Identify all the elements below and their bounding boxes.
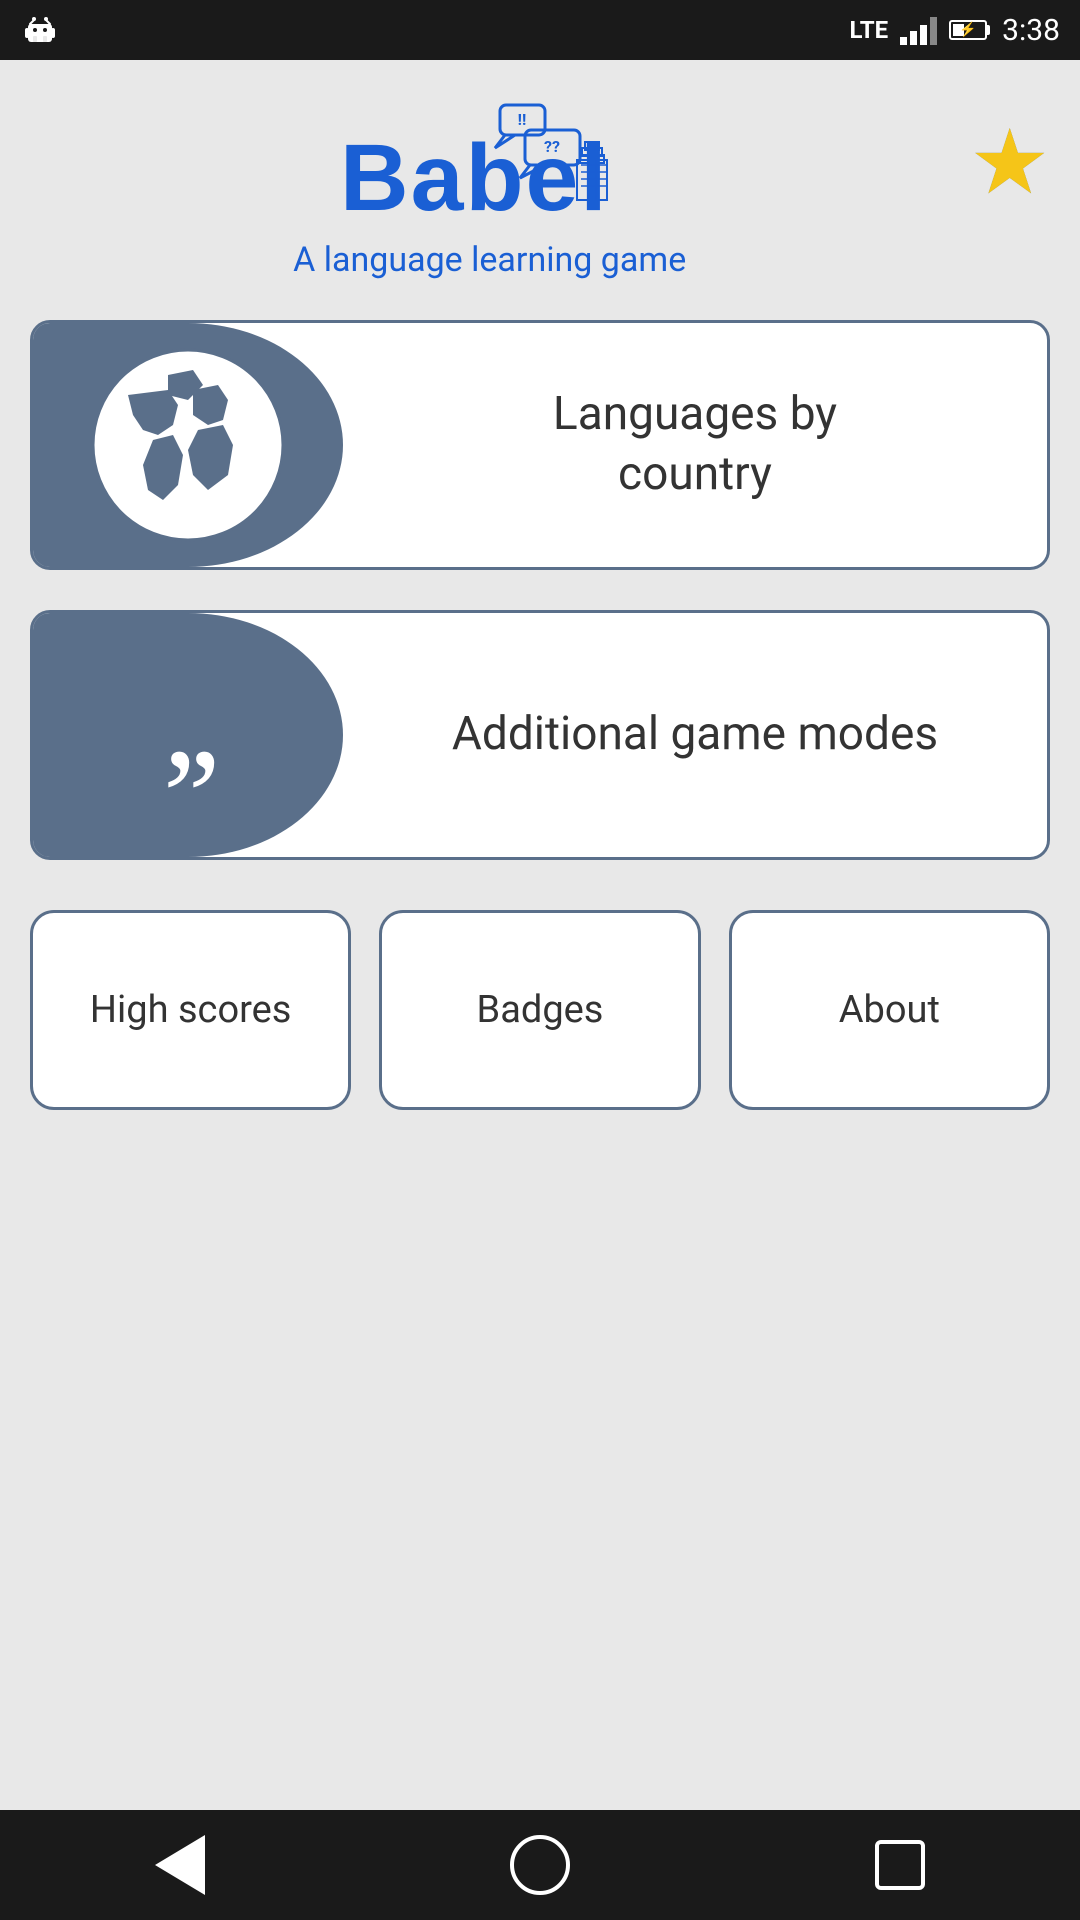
status-bar: LTE ⚡ 3:38 bbox=[0, 0, 1080, 60]
badges-label: Badges bbox=[477, 988, 604, 1032]
back-button[interactable] bbox=[140, 1825, 220, 1905]
header: !! ?? Babel A language learning g bbox=[30, 100, 1050, 280]
home-icon bbox=[510, 1835, 570, 1895]
recents-button[interactable] bbox=[860, 1825, 940, 1905]
about-label: About bbox=[839, 988, 940, 1032]
star-icon[interactable]: ★ bbox=[969, 110, 1050, 215]
badges-button[interactable]: Badges bbox=[379, 910, 700, 1110]
globe-icon-area bbox=[33, 323, 343, 567]
languages-text-area: Languages bycountry bbox=[343, 323, 1047, 567]
lte-indicator: LTE bbox=[849, 16, 888, 44]
game-modes-text-area: Additional game modes bbox=[343, 613, 1047, 857]
bottom-buttons: High scores Badges About bbox=[30, 910, 1050, 1110]
home-button[interactable] bbox=[500, 1825, 580, 1905]
battery-icon: ⚡ bbox=[949, 20, 990, 40]
globe-icon bbox=[88, 345, 288, 545]
languages-by-country-button[interactable]: Languages bycountry bbox=[30, 320, 1050, 570]
recents-icon bbox=[875, 1840, 925, 1890]
status-right: LTE ⚡ 3:38 bbox=[849, 13, 1060, 48]
additional-game-modes-button[interactable]: ,, Additional game modes bbox=[30, 610, 1050, 860]
logo-area: !! ?? Babel A language learning g bbox=[30, 100, 949, 280]
signal-icon bbox=[900, 15, 937, 45]
high-scores-label: High scores bbox=[90, 988, 292, 1032]
quote-icon-area: ,, bbox=[33, 613, 343, 857]
babel-logo: !! ?? Babel bbox=[330, 100, 650, 230]
back-icon bbox=[155, 1835, 205, 1895]
clock: 3:38 bbox=[1002, 13, 1060, 48]
languages-by-country-label: Languages bycountry bbox=[553, 385, 837, 505]
about-button[interactable]: About bbox=[729, 910, 1050, 1110]
android-icon bbox=[20, 10, 60, 50]
status-left bbox=[20, 10, 60, 50]
app-subtitle: A language learning game bbox=[293, 240, 686, 280]
quote-icon: ,, bbox=[163, 664, 213, 806]
additional-game-modes-label: Additional game modes bbox=[452, 705, 938, 765]
navigation-bar bbox=[0, 1810, 1080, 1920]
high-scores-button[interactable]: High scores bbox=[30, 910, 351, 1110]
svg-text:Babel: Babel bbox=[340, 125, 609, 230]
main-content: !! ?? Babel A language learning g bbox=[0, 60, 1080, 1810]
